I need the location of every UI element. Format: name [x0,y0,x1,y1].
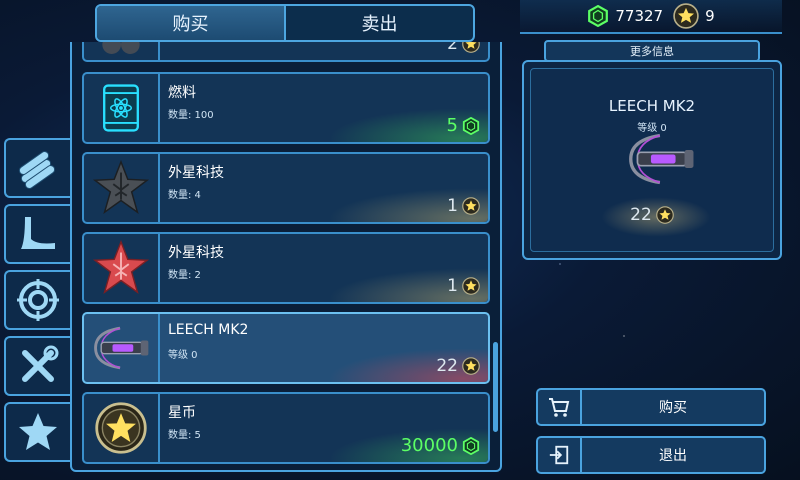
more-info-label: 更多信息 [544,40,760,62]
item-icon-box [84,314,160,382]
item-quantity: 数量: 2 [168,270,201,281]
item-price: 30000 [401,435,480,456]
item-icon-box [84,394,160,462]
item-name: 星币 [168,405,196,421]
item-list[interactable]: 2 燃料 数量: 100 5 外星科技 数量: 4 1 外星科技 数量: 2 1… [70,42,502,472]
item-price: 1 [447,196,480,216]
item-name: 外星科技 [168,165,224,181]
category-tools[interactable] [4,336,70,396]
exit-icon [549,445,569,465]
currency-bar: 77327 9 [520,0,782,34]
star-count: 9 [705,7,715,25]
price-value: 2 [447,42,458,54]
item-price: 2 [447,42,480,54]
gem-count: 77327 [615,7,664,25]
item-detail-panel: LEECH MK2 等级 0 22 [522,60,782,260]
list-item-alien-tech-red[interactable]: 外星科技 数量: 2 1 [82,232,490,304]
tab-sell[interactable]: 卖出 [284,6,473,40]
crosshair-icon [17,279,59,321]
star-icon [19,413,57,450]
list-item-fuel[interactable]: 燃料 数量: 100 5 [82,72,490,144]
item-price: 1 [447,276,480,296]
shopping-cart-icon [549,398,570,417]
buy-button-label: 购买 [659,400,687,416]
unknown-item-icon [102,42,140,54]
green-gem-icon [462,436,480,455]
fuel-barrel-icon [103,84,139,132]
star-coin-icon [656,206,674,224]
green-gem-icon [462,116,480,135]
list-scrollbar[interactable] [493,342,498,432]
button-icon-box [538,438,582,472]
item-icon-box [84,42,160,60]
item-icon-box [84,234,160,302]
detail-title: LEECH MK2 [608,97,696,115]
price-value: 1 [447,276,458,296]
item-quantity: 数量: 5 [168,430,201,441]
category-favorites[interactable] [4,402,70,462]
hook-icon [21,217,55,249]
category-target[interactable] [4,270,70,330]
detail-frame: LEECH MK2 等级 0 22 [530,68,774,252]
price-value: 1 [447,196,458,216]
category-rail [4,138,74,468]
button-icon-box [538,390,582,424]
price-value: 5 [446,115,458,136]
star-coin-icon [462,277,480,295]
item-name: LEECH MK2 [168,322,249,338]
star-coin-icon [462,42,480,53]
star-balance: 9 [673,3,715,29]
star-coin-icon [462,197,480,215]
list-item-star-coin[interactable]: 星币 数量: 5 30000 [82,392,490,464]
item-name: 外星科技 [168,245,224,261]
exit-button[interactable]: 退出 [536,436,766,474]
price-value: 30000 [400,435,458,456]
gem-balance: 77327 [587,5,663,27]
category-materials[interactable] [4,138,70,198]
exit-button-label: 退出 [659,448,687,464]
item-price: 22 [436,356,480,376]
detail-price: 22 [531,205,773,225]
wrench-screwdriver-icon [22,345,59,382]
leech-weapon-icon [629,133,694,185]
item-price: 5 [447,115,480,136]
category-hook[interactable] [4,204,70,264]
item-quantity: 数量: 4 [168,190,201,201]
item-icon-box [84,154,160,222]
buy-sell-tabs: 购买 卖出 [95,4,475,42]
gray-alien-tech-star-icon [92,159,150,214]
list-item-alien-tech-gray[interactable]: 外星科技 数量: 4 1 [82,152,490,224]
star-coin-icon [673,3,699,29]
item-name: 燃料 [168,85,196,101]
detail-price-value: 22 [630,205,652,225]
price-value: 22 [436,356,458,376]
tab-buy[interactable]: 购买 [97,6,284,40]
list-item-leech-mk2[interactable]: LEECH MK2 等级 0 22 [82,312,490,384]
item-level: 等级 0 [168,350,198,361]
pipes-icon [18,151,56,189]
star-coin-icon [462,357,480,375]
item-quantity: 数量: 100 [168,110,214,121]
red-alien-tech-star-icon [92,239,150,294]
list-item-partial[interactable]: 2 [82,42,490,62]
buy-button[interactable]: 购买 [536,388,766,426]
leech-weapon-icon [94,326,149,370]
star-coin-icon [95,402,147,454]
item-icon-box [84,74,160,142]
green-gem-icon [588,5,609,27]
